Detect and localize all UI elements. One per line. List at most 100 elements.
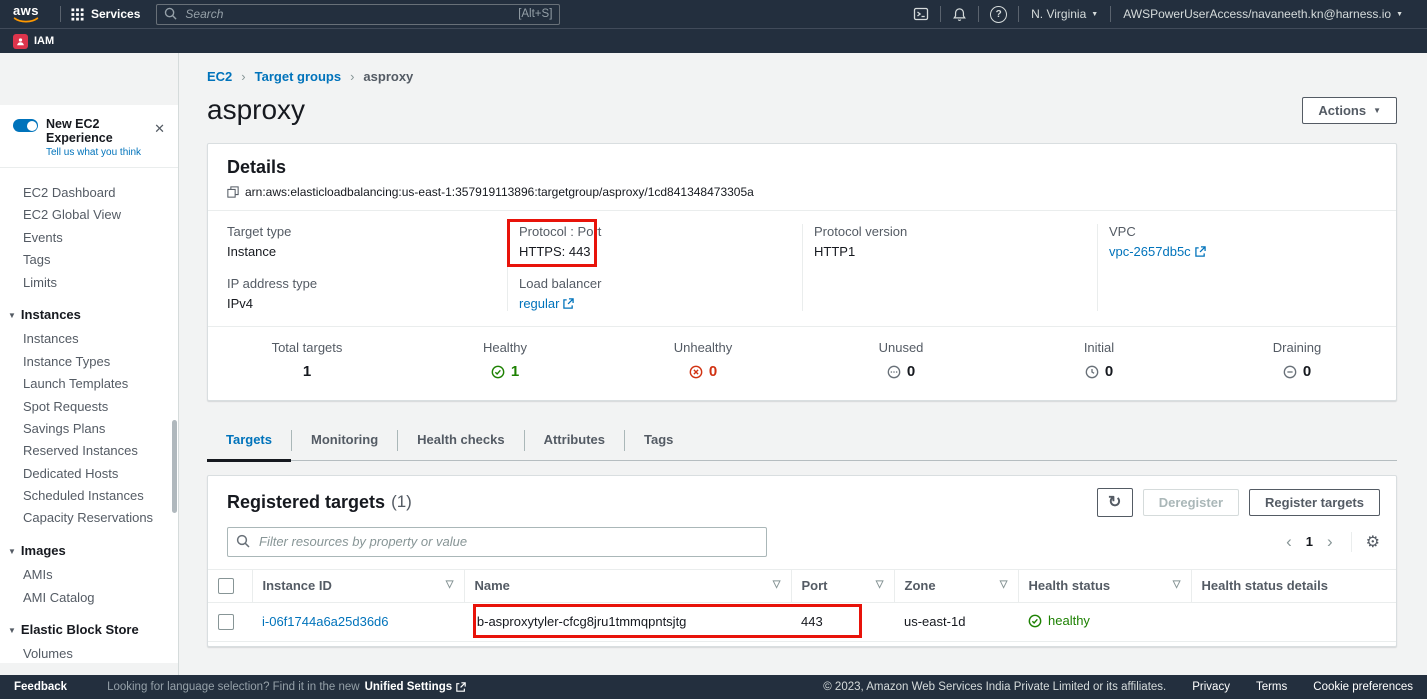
sidebar-item-capacity-reservations[interactable]: Capacity Reservations [0, 507, 178, 529]
tab-attributes[interactable]: Attributes [525, 421, 624, 460]
health-status-details [1191, 603, 1396, 642]
table-settings-gear-icon[interactable] [1351, 532, 1380, 552]
target-zone: us-east-1d [894, 603, 1018, 642]
sidebar-item-spot-requests[interactable]: Spot Requests [0, 396, 178, 418]
sidebar-item-tags[interactable]: Tags [0, 249, 178, 271]
field-value-ip-address-type: IPv4 [227, 296, 491, 311]
sidebar-item-ec2-dashboard[interactable]: EC2 Dashboard [0, 182, 178, 204]
sidebar-item-ami-catalog[interactable]: AMI Catalog [0, 587, 178, 609]
unified-settings-link[interactable]: Unified Settings [365, 681, 467, 693]
sidebar-item-amis[interactable]: AMIs [0, 564, 178, 586]
target-group-arn: arn:aws:elasticloadbalancing:us-east-1:3… [245, 185, 754, 199]
sidebar-item-savings-plans[interactable]: Savings Plans [0, 418, 178, 440]
sidebar-scrollbar[interactable] [172, 420, 177, 513]
instance-id-link[interactable]: i-06f1744a6a25d36d6 [262, 614, 389, 629]
field-label-protocol-version: Protocol version [814, 224, 1081, 239]
column-header-health-status-details[interactable]: Health status details [1191, 569, 1396, 603]
close-icon[interactable] [154, 121, 165, 137]
iam-service-icon [13, 34, 28, 49]
notifications-button[interactable] [941, 7, 978, 22]
account-menu[interactable]: AWSPowerUserAccess/navaneeth.kn@harness.… [1111, 7, 1415, 21]
terms-link[interactable]: Terms [1256, 681, 1287, 693]
sidebar-panel: New EC2 Experience Tell us what you thin… [0, 105, 178, 663]
stat-label-healthy: Healthy [406, 340, 604, 355]
deregister-button[interactable]: Deregister [1143, 489, 1239, 516]
cloudshell-button[interactable] [902, 6, 940, 22]
copy-icon[interactable] [227, 186, 239, 198]
sidebar-item-reserved-instances[interactable]: Reserved Instances [0, 440, 178, 462]
refresh-icon [1108, 492, 1121, 512]
services-menu[interactable]: Services [71, 7, 140, 21]
column-header-name[interactable]: Name [464, 569, 791, 603]
region-selector[interactable]: N. Virginia [1019, 7, 1110, 21]
new-experience-feedback-link[interactable]: Tell us what you think [46, 147, 168, 158]
external-link-icon [1195, 246, 1206, 257]
load-balancer-link[interactable]: regular [519, 296, 574, 311]
stat-value-initial: 0 [1105, 363, 1113, 380]
column-header-zone[interactable]: Zone [894, 569, 1018, 603]
sidebar-item-volumes[interactable]: Volumes [0, 643, 178, 663]
feedback-link[interactable]: Feedback [14, 681, 67, 693]
tab-tags[interactable]: Tags [625, 421, 692, 460]
check-circle-icon [491, 365, 505, 379]
services-grid-icon [71, 8, 84, 21]
search-input[interactable] [156, 4, 560, 25]
sidebar-section-instances[interactable]: Instances [0, 304, 178, 326]
services-label: Services [91, 7, 140, 21]
chevron-right-icon: › [241, 69, 245, 84]
aws-logo[interactable]: aws [12, 5, 40, 24]
sidebar-item-ec2-global-view[interactable]: EC2 Global View [0, 204, 178, 226]
ellipsis-circle-icon [887, 365, 901, 379]
sidebar-item-dedicated-hosts[interactable]: Dedicated Hosts [0, 463, 178, 485]
refresh-button[interactable] [1097, 488, 1133, 517]
vpc-link[interactable]: vpc-2657db5c [1109, 244, 1206, 259]
help-icon: ? [990, 6, 1007, 23]
page-title: asproxy [207, 94, 305, 126]
cookie-preferences-link[interactable]: Cookie preferences [1313, 681, 1413, 693]
tab-health-checks[interactable]: Health checks [398, 421, 523, 460]
check-circle-icon [1028, 614, 1042, 628]
sidebar-item-launch-templates[interactable]: Launch Templates [0, 373, 178, 395]
new-experience-toggle[interactable] [13, 119, 38, 132]
chevron-down-icon [8, 618, 16, 642]
new-experience-title: New EC2 Experience [46, 117, 168, 145]
previous-page-button[interactable] [1278, 533, 1300, 550]
select-all-checkbox[interactable] [218, 578, 234, 594]
sidebar-section-elastic-block-store[interactable]: Elastic Block Store [0, 619, 178, 641]
external-link-icon [563, 298, 574, 309]
actions-button[interactable]: Actions [1302, 97, 1397, 124]
stat-label-unhealthy: Unhealthy [604, 340, 802, 355]
breadcrumb-target-groups[interactable]: Target groups [255, 69, 341, 84]
global-search[interactable]: [Alt+S] [156, 4, 560, 25]
row-checkbox[interactable] [218, 614, 234, 630]
help-button[interactable]: ? [979, 6, 1018, 23]
sidebar-item-limits[interactable]: Limits [0, 272, 178, 294]
favorite-iam[interactable]: IAM [13, 34, 54, 49]
sort-icon [446, 579, 454, 590]
tab-monitoring[interactable]: Monitoring [292, 421, 397, 460]
sidebar-section-images[interactable]: Images [0, 540, 178, 562]
column-header-instance-id[interactable]: Instance ID [252, 569, 464, 603]
column-header-health-status[interactable]: Health status [1018, 569, 1191, 603]
field-value-target-type: Instance [227, 244, 491, 259]
tab-targets[interactable]: Targets [207, 421, 291, 460]
breadcrumb-ec2[interactable]: EC2 [207, 69, 232, 84]
column-header-port[interactable]: Port [791, 569, 894, 603]
sidebar-item-instance-types[interactable]: Instance Types [0, 351, 178, 373]
aws-console-screen: aws Services [Alt+S] [0, 0, 1427, 699]
clock-circle-icon [1085, 365, 1099, 379]
privacy-link[interactable]: Privacy [1192, 681, 1230, 693]
health-status-badge: healthy [1048, 613, 1090, 628]
register-targets-button[interactable]: Register targets [1249, 489, 1380, 516]
page-number[interactable]: 1 [1300, 534, 1319, 549]
registered-targets-title: Registered targets [227, 492, 385, 513]
sidebar-item-events[interactable]: Events [0, 227, 178, 249]
sort-icon [1000, 579, 1008, 590]
filter-input[interactable] [227, 527, 767, 557]
next-page-button[interactable] [1319, 533, 1341, 550]
sidebar-item-instances[interactable]: Instances [0, 328, 178, 350]
favorites-bar: IAM [0, 28, 1427, 53]
field-value-protocol-port: HTTPS: 443 [519, 244, 786, 259]
sort-icon [876, 579, 884, 590]
sidebar-item-scheduled-instances[interactable]: Scheduled Instances [0, 485, 178, 507]
